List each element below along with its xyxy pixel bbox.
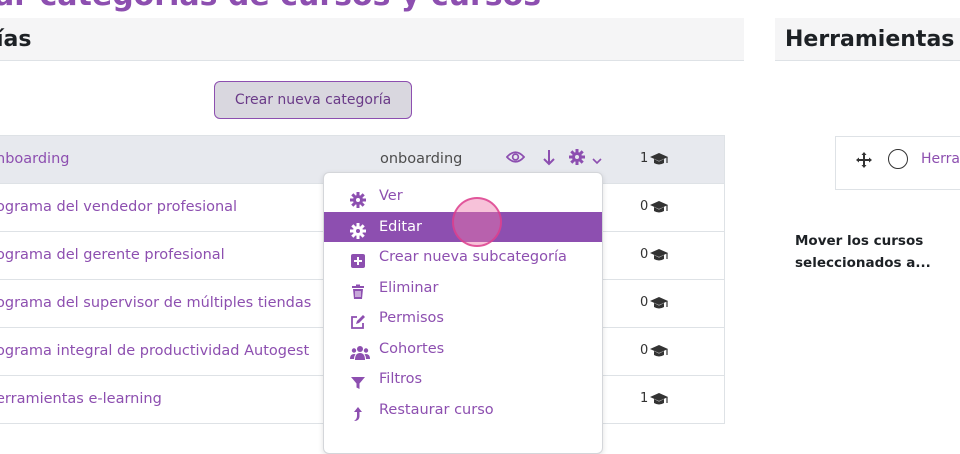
course-count: 1 (640, 136, 669, 182)
click-indicator (452, 197, 502, 247)
category-name-link[interactable]: erramientas e-learning (0, 376, 162, 422)
filter-icon (350, 372, 366, 389)
course-count: 0 (640, 280, 669, 326)
course-count-value: 0 (640, 343, 649, 358)
course-count-value: 0 (640, 247, 649, 262)
gear-icon (350, 220, 366, 239)
graduation-cap-icon (650, 152, 669, 164)
page-title: ar categorías de cursos y cursos (0, 0, 541, 13)
select-all-checkbox[interactable] (888, 149, 908, 169)
menu-item-label: Eliminar (379, 279, 439, 296)
menu-item-eliminar[interactable]: Eliminar (324, 273, 602, 304)
trash-icon (350, 281, 366, 299)
course-count-value: 1 (640, 151, 649, 166)
graduation-cap-icon (650, 248, 669, 260)
graduation-cap-icon (650, 392, 669, 404)
menu-item-crear-subcategoria[interactable]: Crear nueva subcategoría (324, 242, 602, 273)
graduation-cap-icon (650, 296, 669, 308)
course-count: 0 (640, 328, 669, 374)
arrow-down-icon[interactable] (543, 149, 555, 170)
tools-heading: Herramientas (785, 27, 955, 52)
category-name-link[interactable]: ograma del vendedor profesional (0, 184, 237, 230)
categories-panel-header: ías (0, 18, 744, 61)
menu-item-label: Editar (379, 218, 422, 235)
menu-item-label: Permisos (379, 310, 444, 326)
category-actions (505, 149, 606, 170)
course-count: 0 (640, 232, 669, 278)
course-count-value: 1 (640, 391, 649, 406)
menu-item-cohortes[interactable]: Cohortes (324, 334, 602, 365)
category-name-link[interactable]: ograma del gerente profesional (0, 232, 225, 278)
course-count-value: 0 (640, 295, 649, 310)
menu-item-restaurar-curso[interactable]: Restaurar curso (324, 395, 602, 426)
move-courses-label: Mover los cursos seleccionados a... (795, 233, 931, 271)
menu-item-label: Cohortes (379, 340, 445, 357)
tool-label[interactable]: Herra (921, 137, 960, 181)
categories-heading: ías (0, 27, 32, 52)
menu-item-filtros[interactable]: Filtros (324, 364, 602, 395)
eye-icon[interactable] (505, 149, 526, 169)
graduation-cap-icon (650, 344, 669, 356)
move-icon[interactable] (856, 152, 872, 172)
course-count: 1 (640, 376, 669, 422)
course-count-value: 0 (640, 199, 649, 214)
restore-icon (350, 403, 366, 421)
menu-item-label: Ver (379, 188, 403, 204)
gear-icon (350, 189, 366, 208)
users-icon (350, 342, 370, 360)
course-count: 0 (640, 184, 669, 230)
menu-item-permisos[interactable]: Permisos (324, 303, 602, 334)
chevron-down-icon[interactable] (592, 151, 602, 170)
course-tools-box: Herra (835, 136, 960, 190)
plus-square-icon (350, 250, 366, 268)
category-name-link[interactable]: nboarding (0, 136, 69, 182)
gear-icon[interactable] (569, 149, 585, 169)
create-category-button[interactable]: Crear nueva categoría (214, 81, 412, 119)
menu-item-label: Restaurar curso (379, 401, 494, 418)
tools-panel-header: Herramientas (775, 18, 960, 61)
category-name-link[interactable]: ograma integral de productividad Autoges… (0, 328, 309, 374)
category-name-link[interactable]: ograma del supervisor de múltiples tiend… (0, 280, 311, 326)
menu-item-label: Filtros (379, 371, 423, 387)
graduation-cap-icon (650, 200, 669, 212)
edit-icon (350, 311, 366, 329)
